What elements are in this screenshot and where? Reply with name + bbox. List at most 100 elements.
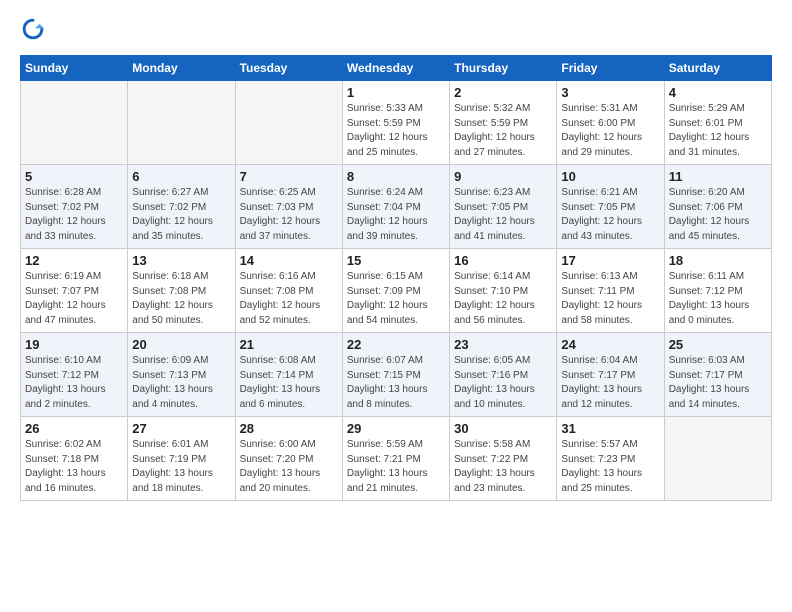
day-number: 9 [454,169,552,184]
day-number: 31 [561,421,659,436]
day-info: Sunrise: 5:33 AM Sunset: 5:59 PM Dayligh… [347,102,445,160]
day-info: Sunrise: 5:58 AM Sunset: 7:22 PM Dayligh… [454,438,552,496]
day-info: Sunrise: 6:15 AM Sunset: 7:09 PM Dayligh… [347,270,445,328]
day-info: Sunrise: 6:14 AM Sunset: 7:10 PM Dayligh… [454,270,552,328]
day-number: 10 [561,169,659,184]
calendar-cell: 20 Sunrise: 6:09 AM Sunset: 7:13 PM Dayli… [128,333,235,417]
day-number: 8 [347,169,445,184]
day-info: Sunrise: 6:00 AM Sunset: 7:20 PM Dayligh… [240,438,338,496]
header-day-tuesday: Tuesday [235,56,342,81]
calendar-cell: 14Sunrise: 6:16 AM Sunset: 7:08 PM Dayli… [235,249,342,333]
day-number: 29 [347,421,445,436]
calendar-cell: 4 Sunrise: 5:29 AM Sunset: 6:01 PM Daylig… [664,81,771,165]
day-info: Sunrise: 6:21 AM Sunset: 7:05 PM Dayligh… [561,186,659,244]
calendar-cell: 9 Sunrise: 6:23 AM Sunset: 7:05 PM Daylig… [450,165,557,249]
header-day-wednesday: Wednesday [342,56,449,81]
day-number: 17 [561,253,659,268]
calendar-cell: 21 Sunrise: 6:08 AM Sunset: 7:14 PM Dayli… [235,333,342,417]
calendar-cell: 17 Sunrise: 6:13 AM Sunset: 7:11 PM Dayli… [557,249,664,333]
day-number: 4 [669,85,767,100]
header [20,18,772,45]
calendar-cell: 12 Sunrise: 6:19 AM Sunset: 7:07 PM Dayli… [21,249,128,333]
day-number: 5 [25,169,123,184]
calendar-cell: 26 Sunrise: 6:02 AM Sunset: 7:18 PM Dayli… [21,417,128,501]
calendar-cell: 1Sunrise: 5:33 AM Sunset: 5:59 PM Daylig… [342,81,449,165]
calendar-cell: 5 Sunrise: 6:28 AM Sunset: 7:02 PM Daylig… [21,165,128,249]
day-number: 3 [561,85,659,100]
day-number: 6 [132,169,230,184]
calendar-cell [664,417,771,501]
day-info: Sunrise: 6:19 AM Sunset: 7:07 PM Dayligh… [25,270,123,328]
calendar-cell: 27 Sunrise: 6:01 AM Sunset: 7:19 PM Dayli… [128,417,235,501]
calendar-cell: 2 Sunrise: 5:32 AM Sunset: 5:59 PM Daylig… [450,81,557,165]
week-row-5: 26 Sunrise: 6:02 AM Sunset: 7:18 PM Dayli… [21,417,772,501]
day-info: Sunrise: 5:31 AM Sunset: 6:00 PM Dayligh… [561,102,659,160]
page: SundayMondayTuesdayWednesdayThursdayFrid… [0,0,792,511]
header-day-monday: Monday [128,56,235,81]
week-row-3: 12 Sunrise: 6:19 AM Sunset: 7:07 PM Dayli… [21,249,772,333]
week-row-4: 19Sunrise: 6:10 AM Sunset: 7:12 PM Dayli… [21,333,772,417]
day-info: Sunrise: 6:04 AM Sunset: 7:17 PM Dayligh… [561,354,659,412]
day-number: 12 [25,253,123,268]
header-day-sunday: Sunday [21,56,128,81]
day-info: Sunrise: 6:07 AM Sunset: 7:15 PM Dayligh… [347,354,445,412]
calendar-cell: 24 Sunrise: 6:04 AM Sunset: 7:17 PM Dayli… [557,333,664,417]
day-info: Sunrise: 6:01 AM Sunset: 7:19 PM Dayligh… [132,438,230,496]
day-number: 24 [561,337,659,352]
week-row-1: 1Sunrise: 5:33 AM Sunset: 5:59 PM Daylig… [21,81,772,165]
calendar-cell: 7 Sunrise: 6:25 AM Sunset: 7:03 PM Daylig… [235,165,342,249]
day-info: Sunrise: 6:20 AM Sunset: 7:06 PM Dayligh… [669,186,767,244]
calendar-cell: 16Sunrise: 6:14 AM Sunset: 7:10 PM Dayli… [450,249,557,333]
day-info: Sunrise: 6:28 AM Sunset: 7:02 PM Dayligh… [25,186,123,244]
day-info: Sunrise: 6:02 AM Sunset: 7:18 PM Dayligh… [25,438,123,496]
day-info: Sunrise: 5:29 AM Sunset: 6:01 PM Dayligh… [669,102,767,160]
day-number: 30 [454,421,552,436]
day-info: Sunrise: 6:09 AM Sunset: 7:13 PM Dayligh… [132,354,230,412]
calendar-cell: 30 Sunrise: 5:58 AM Sunset: 7:22 PM Dayli… [450,417,557,501]
header-row: SundayMondayTuesdayWednesdayThursdayFrid… [21,56,772,81]
day-number: 21 [240,337,338,352]
logo [20,18,44,45]
calendar-cell: 3 Sunrise: 5:31 AM Sunset: 6:00 PM Daylig… [557,81,664,165]
calendar-cell: 8 Sunrise: 6:24 AM Sunset: 7:04 PM Daylig… [342,165,449,249]
header-day-friday: Friday [557,56,664,81]
day-info: Sunrise: 6:25 AM Sunset: 7:03 PM Dayligh… [240,186,338,244]
calendar-cell: 6Sunrise: 6:27 AM Sunset: 7:02 PM Daylig… [128,165,235,249]
day-number: 20 [132,337,230,352]
calendar-cell [128,81,235,165]
day-number: 7 [240,169,338,184]
day-number: 23 [454,337,552,352]
day-number: 18 [669,253,767,268]
calendar-cell [235,81,342,165]
day-number: 11 [669,169,767,184]
day-info: Sunrise: 6:03 AM Sunset: 7:17 PM Dayligh… [669,354,767,412]
calendar-cell: 25Sunrise: 6:03 AM Sunset: 7:17 PM Dayli… [664,333,771,417]
day-number: 14 [240,253,338,268]
day-number: 26 [25,421,123,436]
day-info: Sunrise: 6:23 AM Sunset: 7:05 PM Dayligh… [454,186,552,244]
day-info: Sunrise: 6:11 AM Sunset: 7:12 PM Dayligh… [669,270,767,328]
day-info: Sunrise: 6:13 AM Sunset: 7:11 PM Dayligh… [561,270,659,328]
day-info: Sunrise: 6:08 AM Sunset: 7:14 PM Dayligh… [240,354,338,412]
day-info: Sunrise: 6:05 AM Sunset: 7:16 PM Dayligh… [454,354,552,412]
day-info: Sunrise: 6:18 AM Sunset: 7:08 PM Dayligh… [132,270,230,328]
calendar-cell: 23 Sunrise: 6:05 AM Sunset: 7:16 PM Dayli… [450,333,557,417]
calendar-cell: 10 Sunrise: 6:21 AM Sunset: 7:05 PM Dayli… [557,165,664,249]
header-day-saturday: Saturday [664,56,771,81]
day-info: Sunrise: 5:59 AM Sunset: 7:21 PM Dayligh… [347,438,445,496]
day-info: Sunrise: 5:32 AM Sunset: 5:59 PM Dayligh… [454,102,552,160]
calendar-cell: 18 Sunrise: 6:11 AM Sunset: 7:12 PM Dayli… [664,249,771,333]
calendar-cell: 13 Sunrise: 6:18 AM Sunset: 7:08 PM Dayli… [128,249,235,333]
calendar-table: SundayMondayTuesdayWednesdayThursdayFrid… [20,55,772,501]
day-number: 19 [25,337,123,352]
day-number: 2 [454,85,552,100]
calendar-cell: 29 Sunrise: 5:59 AM Sunset: 7:21 PM Dayli… [342,417,449,501]
day-number: 13 [132,253,230,268]
week-row-2: 5 Sunrise: 6:28 AM Sunset: 7:02 PM Daylig… [21,165,772,249]
calendar-cell [21,81,128,165]
header-day-thursday: Thursday [450,56,557,81]
day-number: 27 [132,421,230,436]
logo-icon [22,18,44,40]
day-info: Sunrise: 6:24 AM Sunset: 7:04 PM Dayligh… [347,186,445,244]
calendar-cell: 22Sunrise: 6:07 AM Sunset: 7:15 PM Dayli… [342,333,449,417]
